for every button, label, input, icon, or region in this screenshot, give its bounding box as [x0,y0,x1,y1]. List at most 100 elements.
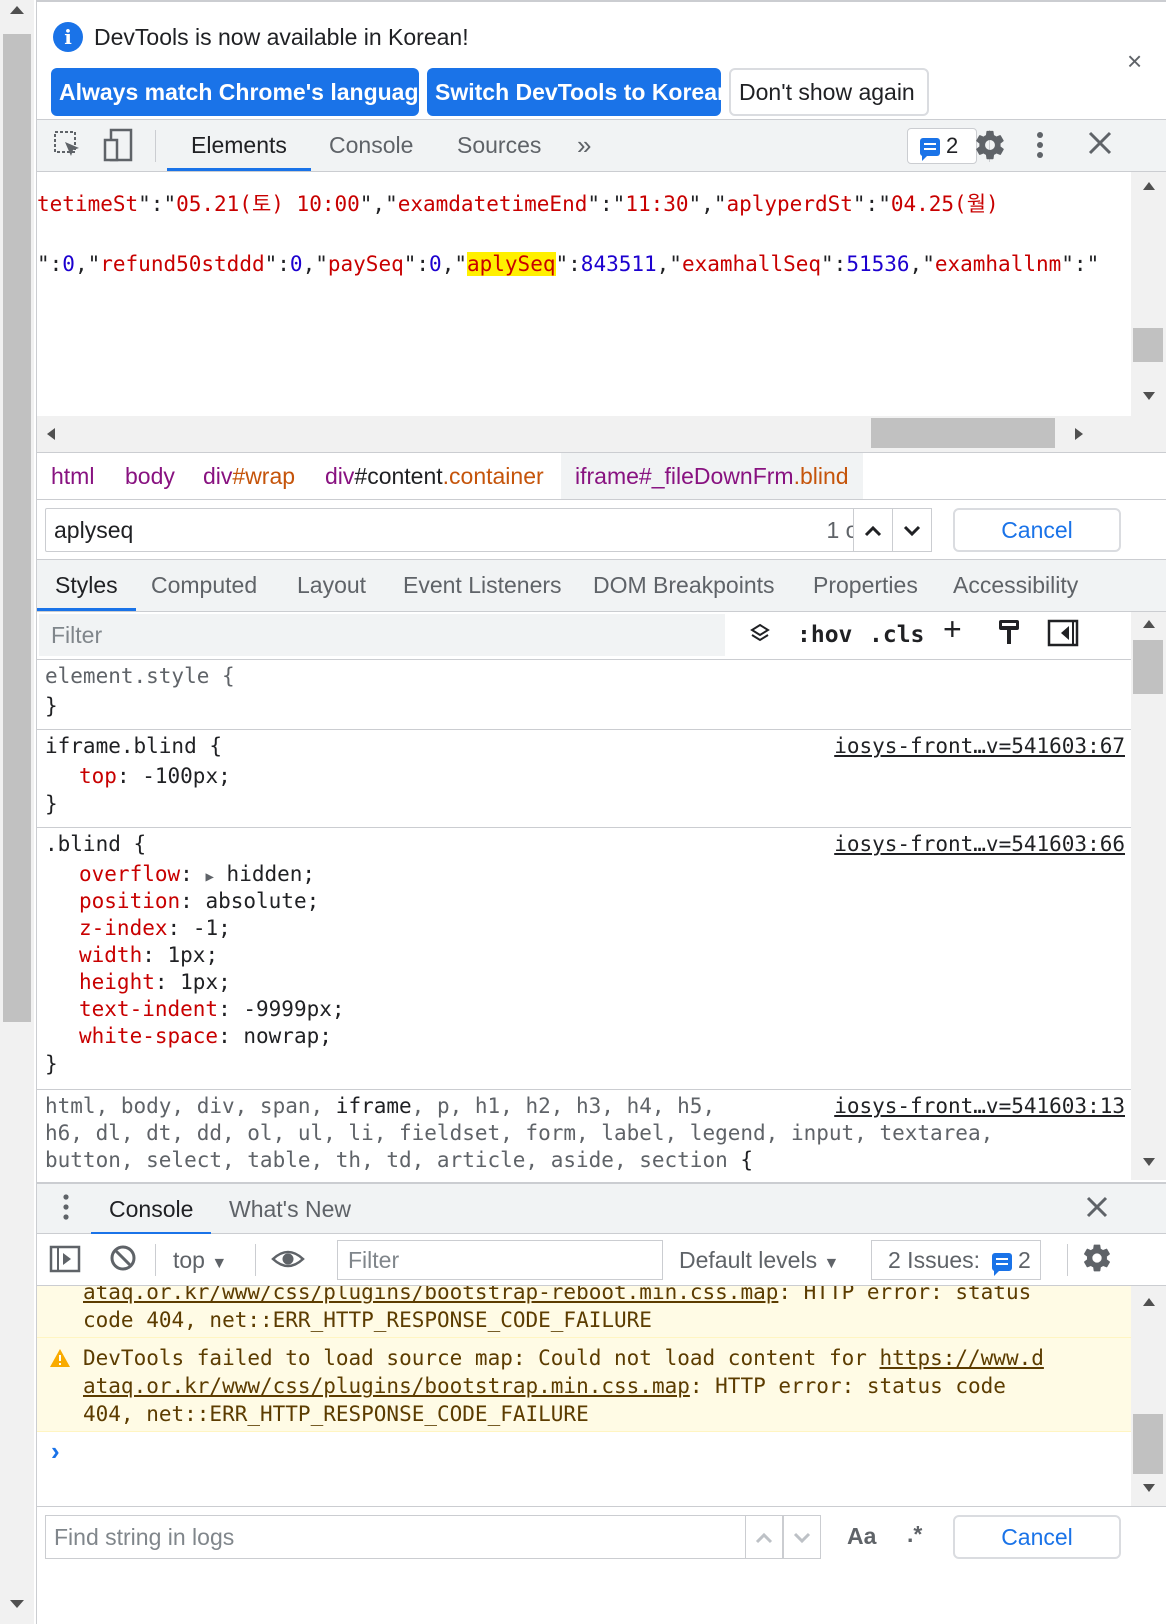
rule-selector[interactable]: iframe.blind { [45,734,222,758]
scroll-down-arrow-icon[interactable] [10,1600,24,1608]
regex-button[interactable]: .* [907,1521,922,1548]
tab-sources[interactable]: Sources [433,120,565,171]
tab-event-listeners[interactable]: Event Listeners [385,560,580,611]
issues-button[interactable]: 2 Issues: 2 [871,1240,1041,1280]
scroll-up-arrow-icon[interactable] [1143,1298,1155,1306]
rule-selector[interactable]: element.style { [45,664,235,688]
tab-properties[interactable]: Properties [795,560,936,611]
dom-horizontal-scrollbar[interactable] [37,416,1166,452]
styles-filter-input[interactable]: Filter [39,614,725,656]
dom-tree[interactable]: tetimeSt":"05.21(토) 10:00","examdatetime… [37,172,1166,442]
find-in-logs-input[interactable]: Find string in logs [45,1515,749,1559]
expand-triangle-icon[interactable]: ▶ [205,869,213,885]
dont-show-again-button[interactable]: Don't show again [729,68,929,116]
tab-console[interactable]: Console [305,120,437,171]
inspect-element-icon[interactable] [53,130,83,167]
search-next-button[interactable] [892,508,932,552]
search-cancel-button[interactable]: Cancel [953,508,1121,552]
rule-source-link[interactable]: iosys-front…v=541603:67 [834,734,1125,758]
switch-to-korean-button[interactable]: Switch DevTools to Korean [427,68,731,116]
dropdown-triangle-icon: ▼ [211,1255,228,1272]
tab-dom-breakpoints[interactable]: DOM Breakpoints [575,560,793,611]
scroll-down-arrow-icon[interactable] [1143,1158,1155,1166]
style-property[interactable]: top: -100px; [79,764,231,788]
source-map-link[interactable]: https://www.d [880,1346,1044,1370]
console-messages[interactable]: ataq.or.kr/www/css/plugins/bootstrap-reb… [37,1286,1131,1506]
console-prompt-icon[interactable]: › [51,1436,60,1467]
style-property[interactable]: text-indent: -9999px; [79,997,345,1021]
find-next-button[interactable] [783,1515,821,1559]
close-drawer-icon[interactable] [1085,1194,1109,1226]
drawer-menu-icon[interactable] [61,1192,71,1229]
scroll-down-arrow-icon[interactable] [1143,392,1155,400]
clear-console-icon[interactable] [109,1244,137,1279]
find-cancel-button[interactable]: Cancel [953,1515,1121,1559]
tab-computed[interactable]: Computed [133,560,275,611]
dom-vertical-scrollbar[interactable] [1131,172,1166,416]
paint-roller-icon[interactable] [995,618,1023,655]
more-options-icon[interactable] [1033,130,1047,167]
always-match-language-button[interactable]: Always match Chrome's language [51,68,431,116]
scrollbar-thumb[interactable] [1133,640,1163,694]
style-property[interactable]: white-space: nowrap; [79,1024,332,1048]
settings-gear-icon[interactable] [971,128,1007,169]
style-property[interactable]: width: 1px; [79,943,218,967]
find-previous-button[interactable] [745,1515,783,1559]
breadcrumb-body[interactable]: body [111,453,189,499]
scroll-left-arrow-icon[interactable] [47,428,55,440]
scroll-up-arrow-icon[interactable] [1143,182,1155,190]
close-devtools-icon[interactable] [1087,130,1113,163]
dom-search-input[interactable]: aplyseq 1 of 1 [45,508,897,552]
breadcrumb-div-wrap[interactable]: div#wrap [189,453,309,499]
drawer-tab-whats-new[interactable]: What's New [211,1184,369,1235]
scroll-down-arrow-icon[interactable] [1143,1484,1155,1492]
cls-button[interactable]: .cls [869,620,924,650]
scrollbar-thumb[interactable] [3,34,31,1022]
layers-icon[interactable] [749,622,771,652]
style-property[interactable]: overflow: ▶ hidden; [79,862,315,886]
page-scrollbar[interactable] [0,0,34,1624]
breadcrumb-html[interactable]: html [37,453,108,499]
close-infobar-icon[interactable]: × [1127,46,1142,77]
style-property[interactable]: height: 1px; [79,970,231,994]
tab-elements[interactable]: Elements [167,120,311,171]
console-scrollbar[interactable] [1131,1286,1166,1506]
tab-layout[interactable]: Layout [279,560,384,611]
match-case-button[interactable]: Aa [847,1523,876,1550]
rule-source-link[interactable]: iosys-front…v=541603:66 [834,832,1125,856]
tab-accessibility[interactable]: Accessibility [935,560,1096,611]
scrollbar-thumb[interactable] [1133,328,1163,362]
console-filter-input[interactable]: Filter [337,1240,663,1280]
scroll-right-arrow-icon[interactable] [1075,428,1083,440]
style-property[interactable]: z-index: -1; [79,916,231,940]
scrollbar-thumb[interactable] [871,418,1055,448]
hov-button[interactable]: :hov [797,620,852,650]
device-toolbar-icon[interactable] [103,128,135,169]
more-tabs-icon[interactable]: » [553,120,615,171]
eye-icon[interactable] [271,1244,305,1281]
rule-selector[interactable]: .blind { [45,832,146,856]
breadcrumb-div-content[interactable]: div#content.container [311,453,558,499]
styles-pane[interactable]: element.style { } iframe.blind { iosys-f… [37,660,1131,1180]
style-property[interactable]: position: absolute; [79,889,319,913]
breadcrumb-iframe[interactable]: iframe#_fileDownFrm.blind [561,453,863,499]
scroll-up-arrow-icon[interactable] [10,6,24,14]
toggle-sidebar-icon[interactable] [1047,618,1079,655]
issues-badge[interactable]: 2 [907,128,977,164]
console-settings-gear-icon[interactable] [1081,1242,1113,1281]
warning-text-line: ataq.or.kr/www/css/plugins/bootstrap.min… [83,1374,1006,1398]
source-map-link[interactable]: ataq.or.kr/www/css/plugins/bootstrap.min… [83,1374,690,1398]
scroll-up-arrow-icon[interactable] [1143,620,1155,628]
rule-source-link[interactable]: iosys-front…v=541603:13 [834,1094,1125,1118]
context-selector[interactable]: top ▼ [173,1242,227,1282]
sidebar-toggle-icon[interactable] [49,1244,81,1281]
search-previous-button[interactable] [853,508,893,552]
rule-selector[interactable]: html, body, div, span, iframe, p, h1, h2… [45,1094,715,1118]
drawer-tab-console[interactable]: Console [91,1184,212,1235]
new-style-rule-icon[interactable]: + [943,613,962,645]
log-levels-dropdown[interactable]: Default levels ▼ [679,1242,839,1282]
tab-styles[interactable]: Styles [37,560,136,611]
source-map-link[interactable]: ataq.or.kr/www/css/plugins/bootstrap-reb… [83,1286,778,1304]
scrollbar-thumb[interactable] [1133,1414,1163,1474]
styles-scrollbar[interactable] [1131,612,1166,1180]
